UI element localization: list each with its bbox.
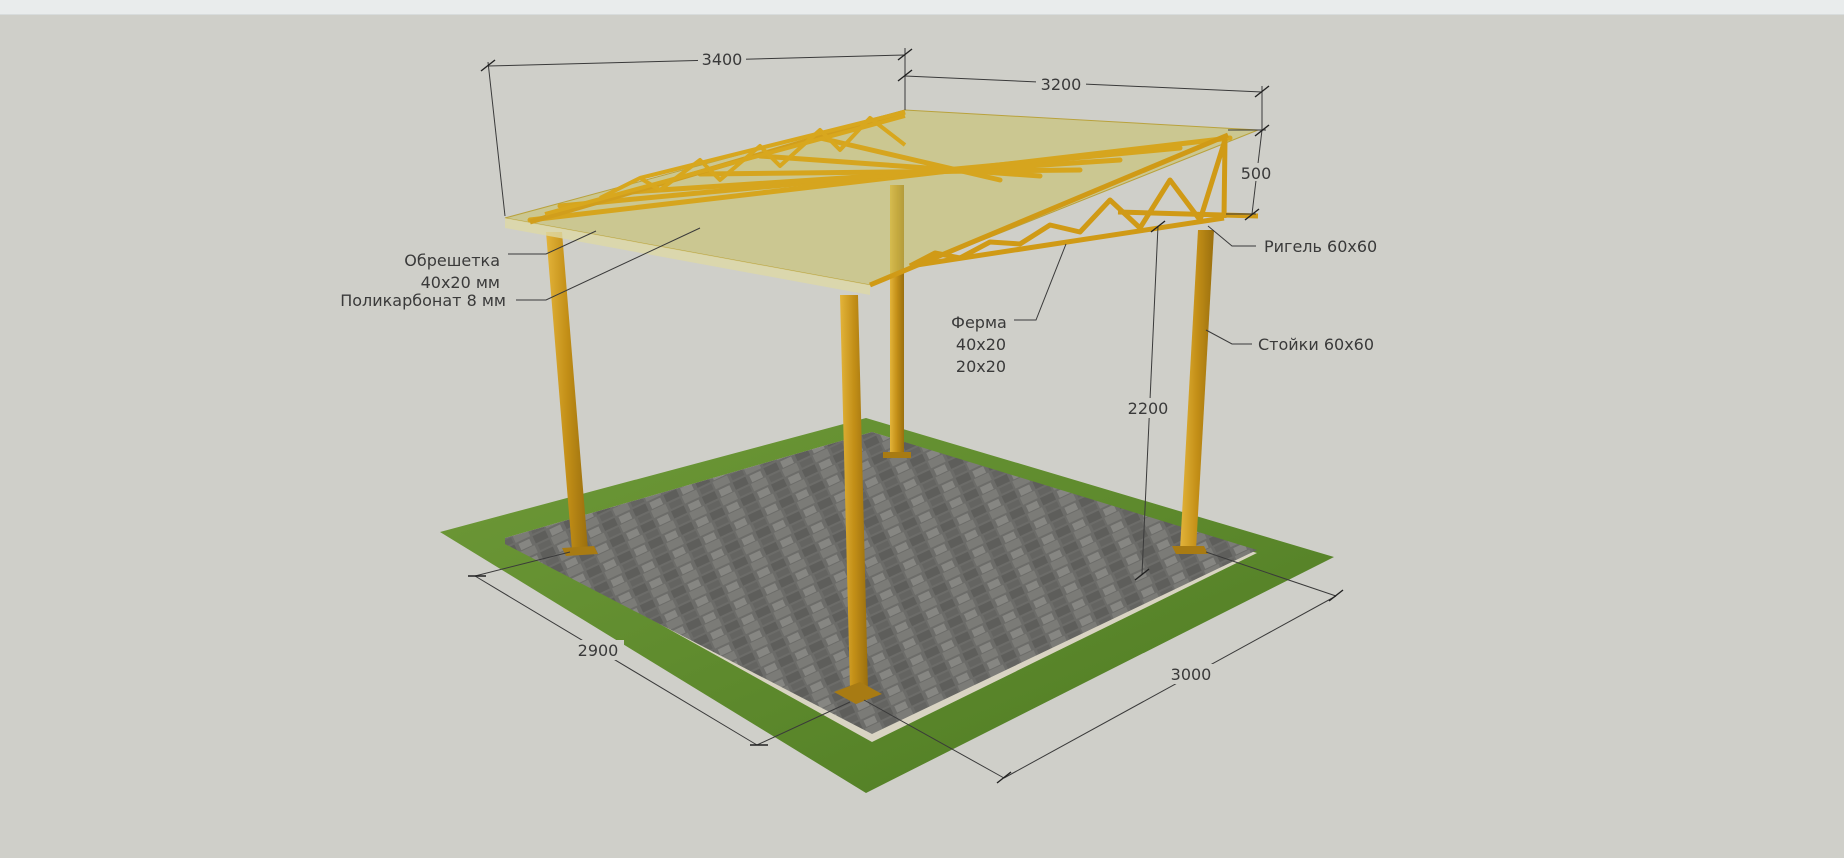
dim-label-base-width: 2900 [578,641,619,660]
label-girder: Ригель 60х60 [1207,225,1377,256]
post-right-plate [1172,546,1208,554]
dim-label-base-length: 3000 [1171,665,1212,684]
dim-label-roof-width: 3200 [1041,75,1082,94]
label-posts-text: Стойки 60х60 [1258,335,1374,354]
label-polycarbonate-text: Поликарбонат 8 мм [340,291,506,310]
post-back-plate [883,452,911,458]
post-right [1180,230,1214,550]
drawing-canvas: 3400 3200 500 2200 2900 3000 Обрешетка 4… [0,0,1844,854]
top-bar [0,0,1844,15]
label-lathing-line2: 40х20 мм [421,273,500,292]
label-truss: Ферма 40х20 20х20 [951,243,1067,376]
dim-label-truss-height: 500 [1241,164,1272,183]
dim-label-roof-length: 3400 [702,50,743,69]
paving-slab [505,432,1257,734]
label-truss-line3: 20х20 [956,357,1006,376]
label-truss-line2: 40х20 [956,335,1006,354]
dim-label-post-height: 2200 [1128,399,1169,418]
canopy-diagram: 3400 3200 500 2200 2900 3000 Обрешетка 4… [340,48,1377,793]
label-posts: Стойки 60х60 [1205,329,1374,354]
label-girder-text: Ригель 60х60 [1264,237,1377,256]
label-lathing-line1: Обрешетка [404,251,500,270]
label-lathing: Обрешетка 40х20 мм [404,230,597,292]
label-truss-line1: Ферма [951,313,1007,332]
